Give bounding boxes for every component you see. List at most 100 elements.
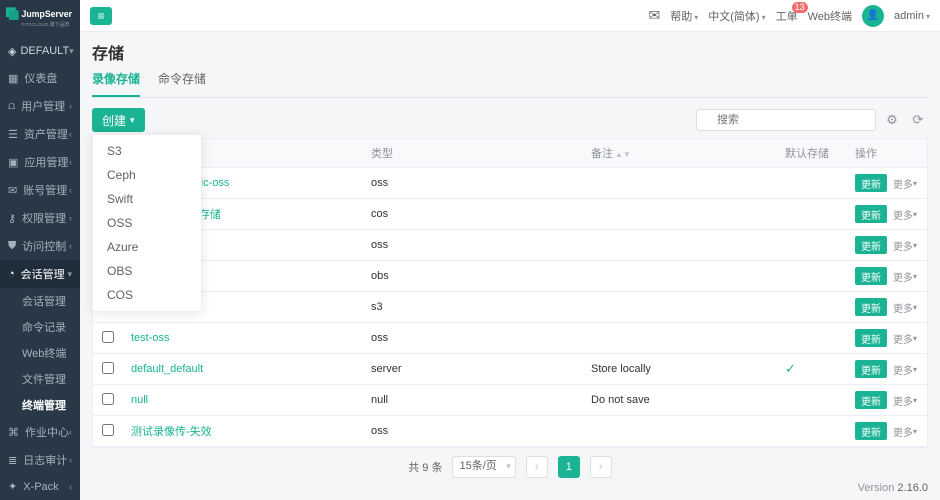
row-update-button[interactable]: 更新 (855, 205, 887, 223)
row-more-button[interactable]: 更多 ▾ (891, 205, 919, 223)
chevron-down-icon: ▾ (913, 241, 917, 250)
content: 存储 录像存储 命令存储 创建 ▾ S3 Ceph Swift OSS (80, 32, 940, 478)
row-update-button[interactable]: 更新 (855, 236, 887, 254)
row-type: cos (363, 199, 583, 230)
user-icon: 👤 (867, 10, 879, 21)
row-type: oss (363, 230, 583, 261)
nav-sub-web-terminal[interactable]: Web终端 (22, 340, 80, 366)
row-default (777, 323, 847, 354)
create-dropdown-menu: S3 Ceph Swift OSS Azure OBS COS (92, 134, 202, 312)
brand-tagline: FIT2CLOUD 旗下品牌 (22, 21, 70, 28)
create-option-oss[interactable]: OSS (93, 211, 201, 235)
tab-command-storage[interactable]: 命令存储 (158, 70, 206, 97)
create-option-swift[interactable]: Swift (93, 187, 201, 211)
columns-settings-button[interactable]: ⚙ (882, 110, 902, 130)
menu-icon: ≡ (97, 9, 104, 23)
tab-recording-storage[interactable]: 录像存储 (92, 70, 140, 97)
row-more-button[interactable]: 更多 ▾ (891, 422, 919, 440)
row-update-button[interactable]: 更新 (855, 174, 887, 192)
nav-sub-command-log[interactable]: 命令记录 (22, 314, 80, 340)
nav-sub-terminal-mgmt[interactable]: 终端管理 (22, 392, 80, 418)
nav-perms[interactable]: ⚷权限管理 ‹ (0, 204, 80, 232)
ticket-link[interactable]: 工单 13 (776, 8, 798, 24)
col-remark[interactable]: 备注▲▼ (583, 139, 777, 168)
row-more-button[interactable]: 更多 ▾ (891, 391, 919, 409)
lang-dropdown[interactable]: 中文(简体)▾ (708, 8, 765, 24)
table-row: 测试录像传-失效oss更新更多 ▾ (93, 416, 927, 447)
row-checkbox[interactable] (102, 362, 114, 374)
chevron-down-icon: ▾ (913, 303, 917, 312)
nav-sub-file-mgmt[interactable]: 文件管理 (22, 366, 80, 392)
nav-sessions[interactable]: ◔会话管理 ▾ (0, 260, 80, 288)
pager-next[interactable]: › (590, 456, 612, 478)
pager-total: 共 9 条 (408, 459, 442, 475)
pager-prev[interactable]: ‹ (526, 456, 548, 478)
row-type: server (363, 354, 583, 385)
create-option-obs[interactable]: OBS (93, 259, 201, 283)
row-remark (583, 261, 777, 292)
nav-audit[interactable]: ≣日志审计 ‹ (0, 446, 80, 474)
row-update-button[interactable]: 更新 (855, 329, 887, 347)
help-dropdown[interactable]: 帮助▾ (670, 8, 698, 24)
sidebar-toggle[interactable]: ≡ (90, 7, 112, 25)
row-checkbox[interactable] (102, 331, 114, 343)
col-type: 类型 (363, 139, 583, 168)
row-update-button[interactable]: 更新 (855, 422, 887, 440)
create-option-cos[interactable]: COS (93, 283, 201, 307)
tabs: 录像存储 命令存储 (92, 70, 928, 98)
chevron-left-icon: ‹ (69, 482, 72, 492)
topbar: ≡ ✉ 帮助▾ 中文(简体)▾ 工单 13 Web终端 👤 (80, 0, 940, 32)
row-more-button[interactable]: 更多 ▾ (891, 267, 919, 285)
chevron-left-icon: ‹ (69, 241, 72, 251)
nav-acl[interactable]: ⛊访问控制 ‹ (0, 232, 80, 260)
row-update-button[interactable]: 更新 (855, 298, 887, 316)
row-name-link[interactable]: 测试录像传-失效 (131, 426, 212, 438)
chevron-down-icon: ▾ (913, 396, 917, 405)
org-switcher[interactable]: ◈ DEFAULT ▾ (0, 38, 80, 64)
row-more-button[interactable]: 更多 ▾ (891, 360, 919, 378)
create-button[interactable]: 创建 ▾ (92, 108, 145, 132)
nav-accounts[interactable]: ✉账号管理 ‹ (0, 176, 80, 204)
mail-icon[interactable]: ✉ (649, 7, 661, 24)
nav-xpack[interactable]: ✦X-Pack ‹ (0, 474, 80, 499)
footer: Version 2.16.0 (80, 478, 940, 500)
sidebar: JumpServer FIT2CLOUD 旗下品牌 ◈ DEFAULT ▾ ▦仪… (0, 0, 80, 500)
row-update-button[interactable]: 更新 (855, 360, 887, 378)
row-remark: Store locally (583, 354, 777, 385)
chevron-left-icon: ‹ (69, 455, 72, 465)
pager-page-1[interactable]: 1 (558, 456, 580, 478)
refresh-button[interactable]: ⟳ (908, 110, 928, 130)
nav-jobs[interactable]: ⌘作业中心 ‹ (0, 418, 80, 446)
page-title: 存储 (92, 40, 928, 64)
row-more-button[interactable]: 更多 ▾ (891, 329, 919, 347)
page-size-select[interactable]: 15条/页 ▾ (452, 456, 515, 478)
nav-assets[interactable]: ☰资产管理 ‹ (0, 120, 80, 148)
create-option-ceph[interactable]: Ceph (93, 163, 201, 187)
search-input[interactable] (696, 109, 876, 131)
row-update-button[interactable]: 更新 (855, 267, 887, 285)
row-checkbox[interactable] (102, 393, 114, 405)
nav-users[interactable]: ⩍用户管理 ‹ (0, 92, 80, 120)
row-update-button[interactable]: 更新 (855, 391, 887, 409)
chevron-left-icon: ‹ (69, 101, 72, 111)
user-dropdown[interactable]: admin▾ (894, 10, 930, 22)
chevron-down-icon: ▾ (913, 179, 917, 188)
nav-apps[interactable]: ▣应用管理 ‹ (0, 148, 80, 176)
row-more-button[interactable]: 更多 ▾ (891, 174, 919, 192)
create-option-s3[interactable]: S3 (93, 139, 201, 163)
chevron-down-icon: ▾ (913, 334, 917, 343)
row-name-link[interactable]: default_default (131, 363, 203, 375)
avatar[interactable]: 👤 (862, 5, 884, 27)
chevron-down-icon: ▾ (926, 12, 930, 21)
web-terminal-link[interactable]: Web终端 (808, 8, 852, 24)
row-default (777, 199, 847, 230)
nav-sub-session-mgmt[interactable]: 会话管理 (22, 288, 80, 314)
row-more-button[interactable]: 更多 ▾ (891, 298, 919, 316)
row-more-button[interactable]: 更多 ▾ (891, 236, 919, 254)
row-name-link[interactable]: null (131, 394, 148, 406)
row-name-link[interactable]: test-oss (131, 332, 170, 344)
nav-dashboard[interactable]: ▦仪表盘 (0, 64, 80, 92)
version-value: 2.16.0 (897, 482, 928, 494)
create-option-azure[interactable]: Azure (93, 235, 201, 259)
row-checkbox[interactable] (102, 424, 114, 436)
